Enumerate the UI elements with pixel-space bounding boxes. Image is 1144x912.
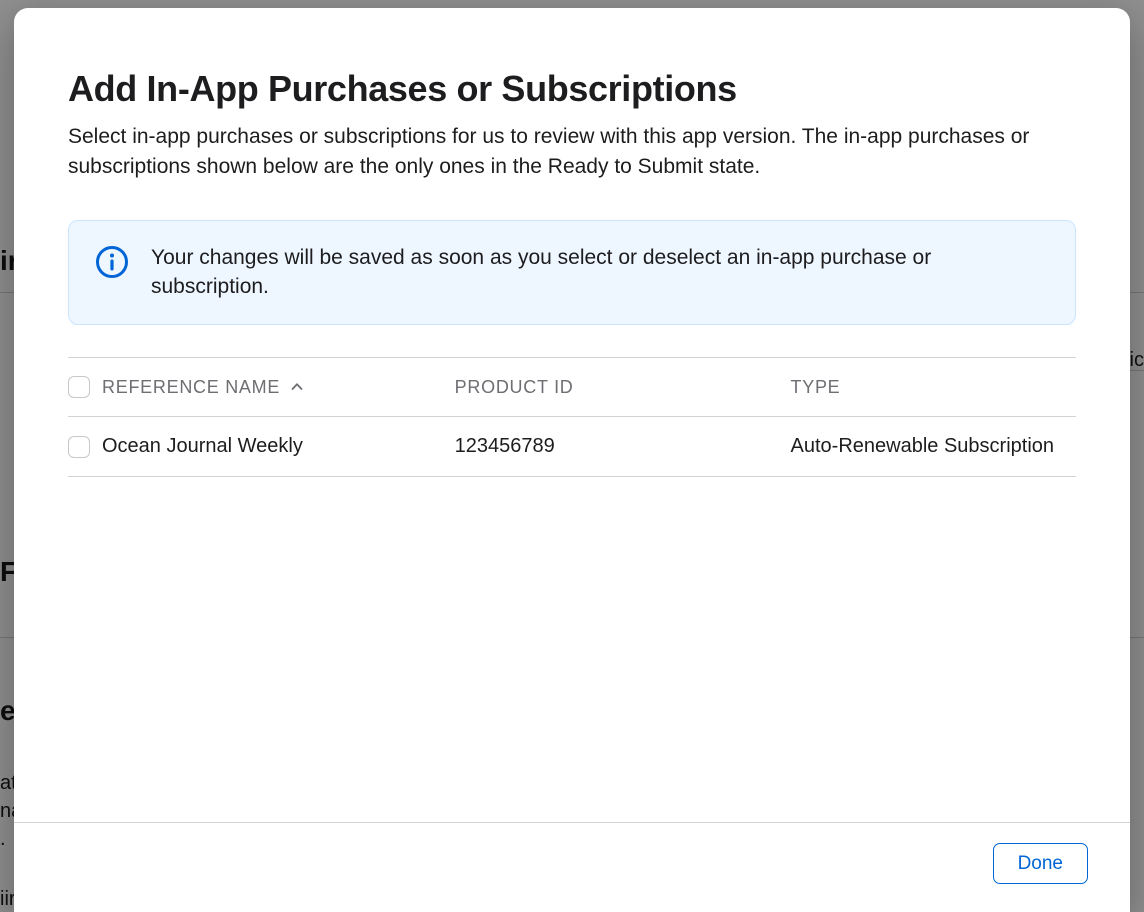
column-header-label: Reference Name <box>102 377 280 398</box>
modal-body: Add In-App Purchases or Subscriptions Se… <box>14 8 1130 822</box>
cell-product-id: 123456789 <box>455 417 791 476</box>
cell-type: Auto-Renewable Subscription <box>791 417 1076 476</box>
info-banner: Your changes will be saved as soon as yo… <box>68 220 1076 326</box>
table-header-row: Reference Name Product ID Type <box>68 357 1076 417</box>
column-header-type[interactable]: Type <box>791 359 1076 416</box>
column-header-product-id[interactable]: Product ID <box>455 359 791 416</box>
modal-title: Add In-App Purchases or Subscriptions <box>68 68 1076 110</box>
column-header-label: Product ID <box>455 377 574 397</box>
iap-table: Reference Name Product ID Type <box>68 357 1076 477</box>
column-header-reference-name[interactable]: Reference Name <box>102 359 455 416</box>
chevron-up-icon <box>290 380 304 394</box>
column-header-label: Type <box>791 377 841 397</box>
modal-footer: Done <box>14 822 1130 912</box>
cell-reference-name: Ocean Journal Weekly <box>102 417 455 476</box>
table-row[interactable]: Ocean Journal Weekly 123456789 Auto-Rene… <box>68 417 1076 477</box>
select-all-checkbox[interactable] <box>68 376 90 398</box>
info-banner-message: Your changes will be saved as soon as yo… <box>151 243 1049 303</box>
modal-subtitle: Select in-app purchases or subscriptions… <box>68 122 1076 182</box>
done-button[interactable]: Done <box>993 843 1088 884</box>
modal-backdrop: Add In-App Purchases or Subscriptions Se… <box>0 0 1144 912</box>
row-checkbox[interactable] <box>68 436 90 458</box>
info-icon <box>95 243 129 284</box>
add-iap-modal: Add In-App Purchases or Subscriptions Se… <box>14 8 1130 912</box>
